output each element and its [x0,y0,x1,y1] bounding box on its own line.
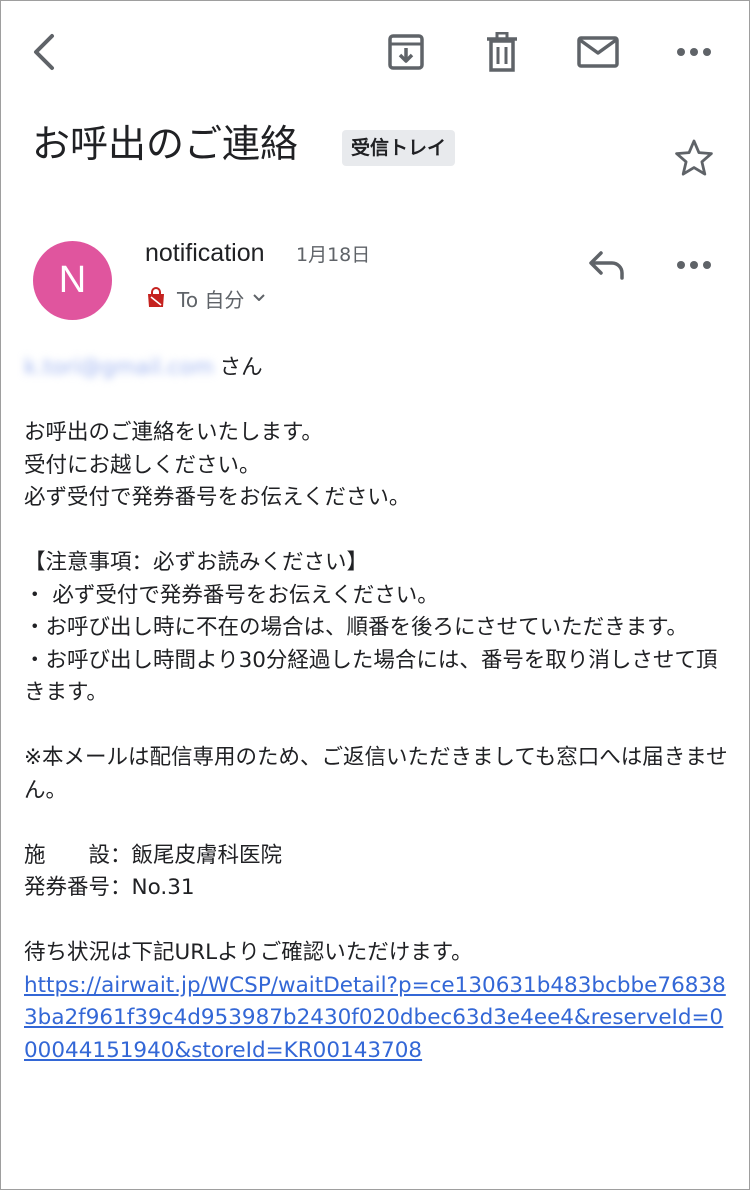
star-button[interactable] [670,134,718,182]
archive-button[interactable] [378,24,434,80]
notice-item: ・お呼び出し時に不在の場合は、順番を後ろにさせていただきます。 [24,615,688,640]
recipient-email-redacted: k.tori@gmail.com [24,355,214,380]
reply-button[interactable] [580,240,634,290]
reply-icon [589,251,624,280]
notice-item: ・お呼び出し時間より30分経過した場合には、番号を取り消しさせて頂きます。 [24,647,718,706]
email-body: k.tori@gmail.com さん お呼出のご連絡をいたします。 受付にお越し… [24,352,734,1067]
email-date: 1月18日 [296,244,371,266]
back-button[interactable] [16,24,72,80]
status-instruction: 待ち状況は下記URLよりご確認いただけます。 [24,940,473,965]
wait-status-link[interactable]: https://airwait.jp/WCSP/waitDetail?p=ce1… [24,973,726,1063]
trash-icon [487,32,517,72]
star-icon [675,139,713,176]
recipient-text: To 自分 [177,287,245,312]
sender-avatar[interactable]: N [33,241,112,320]
facility-line: 施 設：飯尾皮膚科医院 [24,842,283,868]
inbox-label-chip[interactable]: 受信トレイ [342,130,456,166]
more-horizontal-icon [677,48,711,56]
intro-line: 受付にお越しください。 [24,452,261,478]
mark-unread-button[interactable] [570,24,626,80]
intro-line: お呼出のご連絡をいたします。 [24,420,323,445]
notice-heading: 【注意事項：必ずお読みください】 [24,550,369,575]
intro-line: 必ず受付で発券番号をお伝えください。 [24,485,411,510]
chevron-down-icon [253,294,266,301]
notice-item: ・ 必ず受付で発券番号をお伝えください。 [24,582,439,608]
mail-icon [577,36,619,68]
ticket-number-line: 発券番号：No.31 [24,875,195,900]
more-options-button[interactable] [666,24,722,80]
disclaimer-text: ※本メールは配信専用のため、ご返信いただきましても窓口へは届きません。 [24,745,728,803]
sender-name: notification [145,239,265,267]
back-arrow-icon [34,34,54,70]
delete-button[interactable] [474,24,530,80]
top-toolbar [0,0,750,100]
archive-icon [388,34,424,70]
more-horizontal-icon [677,261,711,269]
email-subject: お呼出のご連絡 [32,122,299,166]
recipient-details-toggle[interactable]: To 自分 [145,282,266,314]
lock-bag-icon [148,287,164,307]
message-more-button[interactable] [666,240,722,290]
greeting-line: k.tori@gmail.com さん [24,352,734,385]
greeting-suffix: さん [219,355,263,380]
